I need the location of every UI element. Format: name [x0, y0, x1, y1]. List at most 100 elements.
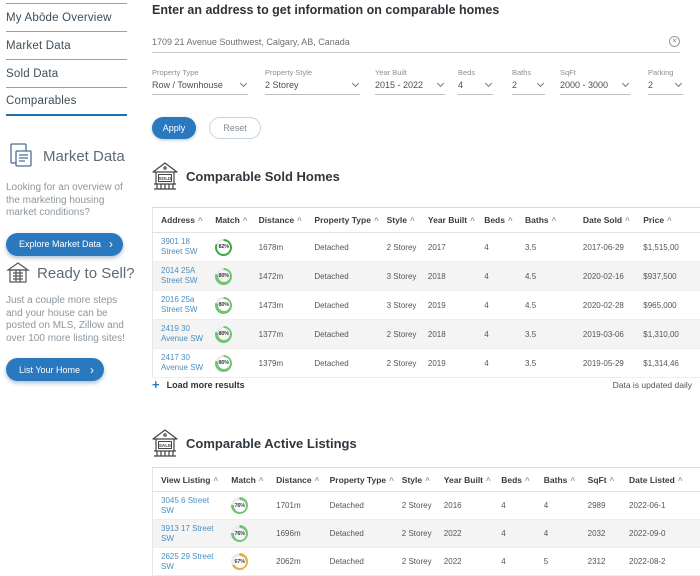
beds-select[interactable]: Beds 4 — [458, 68, 493, 95]
filter-row: Property Type Row / Townhouse Property S… — [152, 68, 700, 100]
col-address[interactable]: Address^ — [153, 208, 208, 233]
page-title: Enter an address to get information on c… — [152, 3, 499, 17]
sort-caret-icon: ^ — [508, 216, 513, 225]
address-link[interactable]: 2014 25A Street SW — [161, 266, 197, 285]
table-footer: + Load more results Data is updated dail… — [152, 378, 692, 391]
sell-promo-text: Just a couple more steps and your house … — [6, 295, 132, 345]
col-distance[interactable]: Distance^ — [268, 468, 321, 492]
sort-caret-icon: ^ — [678, 476, 683, 485]
market-data-promo: Market Data Looking for an overview of t… — [6, 141, 136, 256]
sell-promo-title: Ready to Sell? — [37, 265, 135, 282]
table-row: 3045 6 Street SW 76% 1701m Detached 2 St… — [153, 492, 700, 520]
svg-text:SOLD: SOLD — [159, 176, 172, 181]
table-row: 3901 18 Street SW 82% 1678m Detached 2 S… — [153, 233, 700, 262]
sold-homes-header: SOLD Comparable Sold Homes — [152, 162, 340, 191]
table-row: 2016 25a Street SW 80% 1473m Detached 3 … — [153, 291, 700, 320]
col-baths[interactable]: Baths^ — [536, 468, 580, 492]
house-icon — [6, 262, 30, 284]
list-your-home-button[interactable]: List Your Home › — [6, 358, 104, 381]
listing-link[interactable]: 2625 29 Street SW — [161, 552, 213, 571]
sort-caret-icon: ^ — [315, 476, 320, 485]
chevron-down-icon — [352, 80, 359, 87]
address-link[interactable]: 2419 30 Avenue SW — [161, 324, 203, 343]
svg-text:SALE: SALE — [159, 443, 171, 448]
table-row: 3913 17 Street SW 76% 1696m Detached 2 S… — [153, 520, 700, 548]
col-beds[interactable]: Beds^ — [493, 468, 536, 492]
sidebar-item-market-data[interactable]: Market Data — [6, 32, 127, 60]
year-built-select[interactable]: Year Built 2015 - 2022 — [375, 68, 445, 95]
col-property-type[interactable]: Property Type^ — [322, 468, 394, 492]
table-header-row: Address^ Match^ Distance^ Property Type^… — [153, 208, 700, 233]
market-promo-text: Looking for an overview of the marketing… — [6, 182, 132, 220]
parking-select[interactable]: Parking 2 — [648, 68, 683, 95]
col-view-listing[interactable]: View Listing^ — [153, 468, 224, 492]
sold-homes-title: Comparable Sold Homes — [186, 169, 340, 184]
sort-caret-icon: ^ — [486, 476, 491, 485]
col-match[interactable]: Match^ — [223, 468, 268, 492]
col-year-built[interactable]: Year Built^ — [436, 468, 493, 492]
chevron-down-icon — [675, 80, 682, 87]
property-style-select[interactable]: Property Style 2 Storey — [265, 68, 360, 95]
col-beds[interactable]: Beds^ — [476, 208, 517, 233]
match-ring: 67% — [231, 553, 248, 570]
col-distance[interactable]: Distance^ — [251, 208, 307, 233]
col-style[interactable]: Style^ — [394, 468, 436, 492]
address-search: × — [152, 36, 680, 53]
sqft-select[interactable]: SqFt 2000 - 3000 — [560, 68, 630, 95]
sort-caret-icon: ^ — [425, 476, 430, 485]
chevron-down-icon — [622, 80, 629, 87]
table-row: 2419 30 Avenue SW 80% 1377m Detached 2 S… — [153, 320, 700, 349]
property-type-select[interactable]: Property Type Row / Townhouse — [152, 68, 248, 95]
col-sqft[interactable]: SqFt^ — [580, 468, 621, 492]
col-date-listed[interactable]: Date Listed^ — [621, 468, 700, 492]
listing-link[interactable]: 3913 17 Street SW — [161, 524, 213, 543]
col-property-type[interactable]: Property Type^ — [306, 208, 378, 233]
match-ring: 76% — [231, 497, 248, 514]
col-style[interactable]: Style^ — [379, 208, 420, 233]
table-header-row: View Listing^ Match^ Distance^ Property … — [153, 468, 700, 492]
clear-input-icon[interactable]: × — [669, 36, 680, 47]
baths-select[interactable]: Baths 2 — [512, 68, 545, 95]
sort-caret-icon: ^ — [552, 216, 557, 225]
apply-button[interactable]: Apply — [152, 117, 196, 139]
documents-icon — [6, 141, 36, 171]
table-row: 2014 25A Street SW 80% 1472m Detached 3 … — [153, 262, 700, 291]
address-link[interactable]: 3901 18 Street SW — [161, 237, 197, 256]
match-ring: 80% — [215, 297, 232, 314]
col-date-sold[interactable]: Date Sold^ — [575, 208, 635, 233]
sidebar-item-comparables[interactable]: Comparables — [6, 88, 127, 116]
sidebar-item-overview[interactable]: My Abōde Overview — [6, 4, 127, 32]
sort-caret-icon: ^ — [410, 216, 415, 225]
sort-caret-icon: ^ — [470, 216, 475, 225]
address-input[interactable] — [152, 37, 632, 47]
sidebar-nav: My Abōde Overview Market Data Sold Data … — [6, 3, 127, 116]
sort-caret-icon: ^ — [667, 216, 672, 225]
chevron-right-icon: › — [109, 238, 113, 250]
address-link[interactable]: 2417 30 Avenue SW — [161, 353, 203, 372]
col-match[interactable]: Match^ — [207, 208, 250, 233]
load-more-button[interactable]: + Load more results — [152, 378, 245, 391]
reset-button[interactable]: Reset — [209, 117, 261, 139]
match-ring: 82% — [215, 239, 232, 256]
sidebar-item-sold-data[interactable]: Sold Data — [6, 60, 127, 88]
active-listings-header: SALE Comparable Active Listings — [152, 429, 357, 458]
active-listings-table: View Listing^ Match^ Distance^ Property … — [152, 467, 700, 576]
chevron-down-icon — [437, 80, 444, 87]
col-price[interactable]: Price^ — [635, 208, 700, 233]
listing-link[interactable]: 3045 6 Street SW — [161, 496, 209, 515]
match-ring: 80% — [215, 268, 232, 285]
sold-house-icon: SOLD — [152, 162, 178, 191]
address-link[interactable]: 2016 25a Street SW — [161, 295, 197, 314]
ready-to-sell-promo: Ready to Sell? Just a couple more steps … — [6, 262, 136, 381]
updated-note: Data is updated daily — [613, 380, 692, 390]
sort-caret-icon: ^ — [389, 476, 394, 485]
col-baths[interactable]: Baths^ — [517, 208, 575, 233]
main-content: Enter an address to get information on c… — [152, 0, 700, 565]
active-listings-title: Comparable Active Listings — [186, 436, 357, 451]
sort-caret-icon: ^ — [625, 216, 630, 225]
chevron-down-icon — [485, 80, 492, 87]
explore-market-data-button[interactable]: Explore Market Data › — [6, 233, 123, 256]
col-year-built[interactable]: Year Built^ — [420, 208, 476, 233]
filter-actions: Apply Reset — [152, 117, 261, 139]
sort-caret-icon: ^ — [374, 216, 379, 225]
